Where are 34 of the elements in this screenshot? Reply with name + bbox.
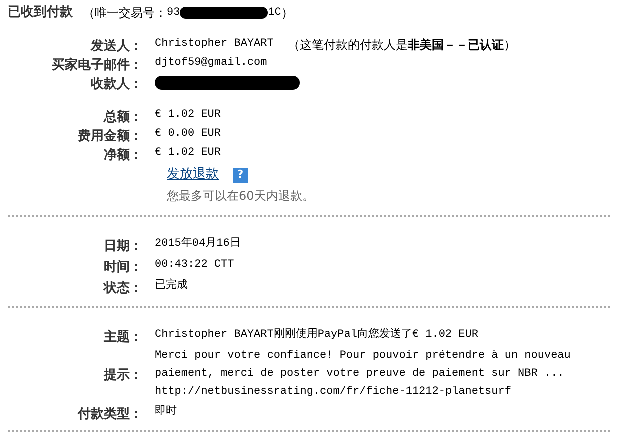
message-line: paiement, merci de poster votre preuve de paiement sur NBR ...	[155, 367, 566, 382]
field-label: 日期：	[104, 238, 143, 254]
field-label: 净额：	[104, 148, 143, 162]
refund-link[interactable]: 发放退款	[167, 165, 219, 185]
transaction-id-label: ）	[281, 5, 294, 22]
field-value: € 1.02 EUR	[155, 146, 222, 162]
field-value: € 1.02 EUR	[155, 108, 222, 124]
field-label: 状态：	[104, 280, 143, 296]
help-icon[interactable]: ?	[233, 168, 248, 182]
message-line: Merci pour votre confiance! Pour pouvoir prétendre à un nouveau	[155, 349, 571, 364]
field-value: 已完成	[155, 278, 188, 294]
field-label: 总额：	[104, 110, 143, 124]
field-label: 发送人：	[91, 38, 143, 54]
field-label: 提示：	[104, 368, 143, 383]
field-label: 主题：	[104, 330, 143, 344]
refund-note: 您最多可以在60天内退款。	[167, 188, 314, 205]
message-line: http://netbusinessrating.com/fr/fiche-11212-planetsurf	[155, 385, 512, 400]
transaction-id-label: （唯一交易号：	[83, 5, 167, 22]
field-label: 付款类型：	[78, 406, 143, 422]
transaction-id: 1C	[268, 6, 282, 21]
transaction-id: 93	[167, 6, 180, 21]
field-value: € 0.00 EUR	[155, 127, 222, 142]
field-value: 00:43:22 CTT	[155, 258, 234, 274]
field-value: djtof59@gmail.com	[155, 56, 268, 72]
field-value: 即时	[155, 404, 177, 420]
field-value: Christopher BAYART刚刚使用PayPal向您发送了€ 1.02 EUR	[155, 327, 478, 344]
field-value: Christopher BAYART	[155, 37, 274, 52]
field-label: 收款人：	[91, 76, 143, 92]
page-title: 已收到付款	[8, 4, 73, 22]
field-value: 2015年04月16日	[155, 236, 241, 252]
field-label: 买家电子邮件：	[52, 58, 143, 72]
field-label: 费用金额：	[78, 128, 143, 144]
field-label: 时间：	[104, 260, 143, 274]
sender-note: （这笔付款的付款人是非美国－－已认证）	[288, 36, 516, 54]
